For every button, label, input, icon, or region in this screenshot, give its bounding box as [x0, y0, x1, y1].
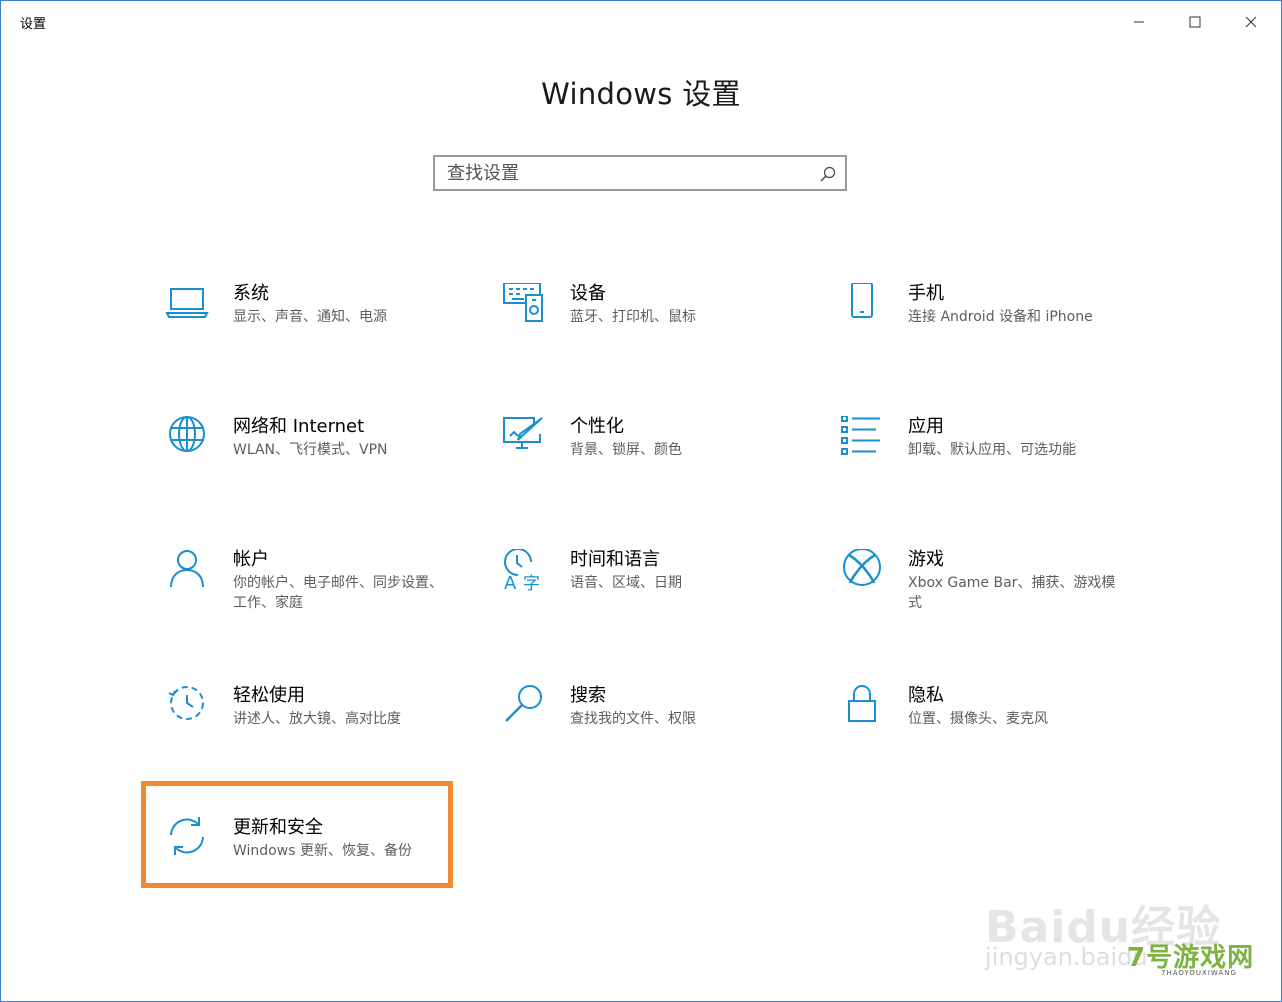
tile-title: 游戏 [908, 549, 944, 570]
time-language-icon: A 字 [504, 549, 540, 593]
tile-system[interactable]: 系统 显示、声音、通知、电源 [143, 279, 459, 389]
tile-accounts[interactable]: 帐户 你的帐户、电子邮件、同步设置、工作、家庭 [143, 545, 459, 655]
globe-icon [169, 416, 205, 452]
laptop-icon [165, 288, 209, 318]
tile-description: 蓝牙、打印机、鼠标 [570, 309, 696, 325]
tile-title: 个性化 [570, 416, 624, 437]
devices-icon [503, 283, 543, 322]
maximize-button[interactable] [1167, 1, 1223, 43]
svg-text:字: 字 [523, 574, 540, 593]
apps-list-icon [841, 416, 880, 455]
search-icon[interactable] [819, 165, 837, 183]
tile-description: 你的帐户、电子邮件、同步设置、工作、家庭 [233, 575, 443, 611]
tile-network[interactable]: 网络和 Internet WLAN、飞行模式、VPN [143, 412, 459, 522]
magnifier-icon [505, 685, 542, 722]
tile-privacy[interactable]: 隐私 位置、摄像头、麦克风 [818, 681, 1134, 791]
tile-time-language[interactable]: A 字 时间和语言 语音、区域、日期 [480, 545, 796, 655]
tile-description: 查找我的文件、权限 [570, 711, 696, 727]
watermark: Baidu经验 jingyan.baidu 7号游戏网 7HAOYOUXIWAN… [981, 871, 1281, 1001]
tile-title: 网络和 Internet [233, 416, 365, 437]
watermark-site: 7号游戏网 [1127, 943, 1255, 973]
close-icon [1245, 16, 1257, 28]
watermark-site-sub: 7HAOYOUXIWANG [1161, 969, 1237, 977]
xbox-icon [843, 549, 881, 586]
tile-description: 讲述人、放大镜、高对比度 [233, 711, 401, 727]
tile-personalization[interactable]: 个性化 背景、锁屏、颜色 [480, 412, 796, 522]
ease-of-access-icon [168, 686, 204, 720]
tile-title: 时间和语言 [570, 549, 660, 570]
person-icon [170, 550, 204, 588]
tile-title: 搜索 [570, 685, 606, 706]
tile-title: 轻松使用 [233, 685, 305, 706]
tile-description: 语音、区域、日期 [570, 575, 682, 591]
tile-description: 位置、摄像头、麦克风 [908, 711, 1048, 727]
tile-devices[interactable]: 设备 蓝牙、打印机、鼠标 [480, 279, 796, 389]
tile-title: 隐私 [908, 685, 944, 706]
window-title: 设置 [20, 17, 47, 32]
highlight-box [141, 781, 453, 888]
settings-window: 设置 Windows 设置 系统 显示、声音、通知、电源 [0, 0, 1282, 1002]
tile-description: WLAN、飞行模式、VPN [233, 442, 388, 458]
title-bar[interactable]: 设置 [1, 1, 1281, 43]
tile-search[interactable]: 搜索 查找我的文件、权限 [480, 681, 796, 791]
watermark-baidu: Baidu经验 [985, 902, 1222, 953]
watermark-jingyan: jingyan.baidu [985, 943, 1148, 971]
page-title: Windows 设置 [541, 77, 741, 111]
tile-description: 卸载、默认应用、可选功能 [908, 442, 1076, 458]
tile-apps[interactable]: 应用 卸载、默认应用、可选功能 [818, 412, 1134, 522]
svg-text:A: A [504, 573, 517, 593]
tile-title: 系统 [233, 283, 269, 304]
tile-title: 设备 [570, 283, 606, 304]
tile-gaming[interactable]: 游戏 Xbox Game Bar、捕获、游戏模式 [818, 545, 1134, 655]
tile-description: 连接 Android 设备和 iPhone [908, 309, 1093, 325]
tile-description: 背景、锁屏、颜色 [570, 442, 682, 458]
tile-title: 手机 [908, 283, 944, 304]
tile-ease-of-access[interactable]: 轻松使用 讲述人、放大镜、高对比度 [143, 681, 459, 791]
personalization-icon [503, 417, 543, 449]
search-box[interactable] [433, 155, 847, 191]
close-button[interactable] [1223, 1, 1279, 43]
minimize-button[interactable] [1111, 1, 1167, 43]
maximize-icon [1189, 16, 1201, 28]
minimize-icon [1134, 21, 1144, 23]
tile-title: 帐户 [233, 549, 269, 570]
tile-description: 显示、声音、通知、电源 [233, 309, 387, 325]
lock-icon [848, 685, 876, 722]
tile-description: Xbox Game Bar、捕获、游戏模式 [908, 575, 1116, 611]
search-input[interactable] [447, 157, 807, 189]
phone-icon [851, 283, 873, 318]
tile-title: 应用 [908, 416, 944, 437]
tile-phone[interactable]: 手机 连接 Android 设备和 iPhone [818, 279, 1134, 389]
